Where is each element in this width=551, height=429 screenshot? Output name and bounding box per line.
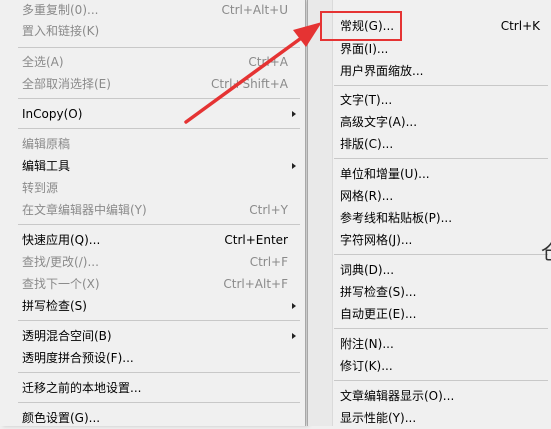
- menu-item-label: 颜色设置(G)...: [22, 411, 101, 425]
- menu-separator: [334, 254, 548, 255]
- menu-item-label: 多重复制(0)...: [22, 3, 99, 17]
- menu-separator: [18, 402, 300, 403]
- submenu-item-autocorrect[interactable]: 自动更正(E)...: [340, 303, 540, 325]
- menu-item-label: 显示性能(Y)...: [340, 411, 417, 425]
- menu-item-shortcut: Ctrl+Y: [249, 203, 288, 217]
- menu-item-label: 编辑工具: [22, 159, 71, 173]
- menu-item-label: 字符网格(J)...: [340, 233, 413, 247]
- submenu-item-grids[interactable]: 网格(R)...: [340, 185, 540, 207]
- menu-item-shortcut: Ctrl+K: [500, 19, 540, 33]
- menu-separator: [334, 380, 548, 381]
- background-edge-glyph: 仓: [541, 236, 551, 265]
- menu-separator: [18, 224, 300, 225]
- menu-item-label: 拼写检查(S): [22, 299, 87, 313]
- menu-item-shortcut: Ctrl+Alt+U: [221, 3, 289, 17]
- menu-item-duplicate-multiple[interactable]: 多重复制(0)... Ctrl+Alt+U: [22, 0, 298, 21]
- menu-item-label: 迁移之前的本地设置...: [22, 381, 142, 395]
- menu-separator: [334, 328, 548, 329]
- submenu-item-spelling[interactable]: 拼写检查(S)...: [340, 281, 540, 303]
- submenu-item-ui-scaling[interactable]: 用户界面缩放...: [340, 60, 540, 82]
- menu-item-shortcut: Ctrl+Alt+F: [223, 277, 288, 291]
- menu-item-shortcut: Ctrl+A: [248, 55, 288, 69]
- menu-item-label: 在文章编辑器中编辑(Y): [22, 203, 147, 217]
- menu-item-label: 置入和链接(K): [22, 24, 100, 38]
- menu-item-label: 文章编辑器显示(O)...: [340, 389, 455, 403]
- menu-item-label: 附注(N)...: [340, 337, 394, 351]
- menu-separator: [18, 128, 300, 129]
- submenu-item-track-changes[interactable]: 修订(K)...: [340, 355, 540, 377]
- submenu-item-notes[interactable]: 附注(N)...: [340, 333, 540, 355]
- menu-item-label: 全选(A): [22, 55, 64, 69]
- submenu-item-frame-grid[interactable]: 字符网格(J)...: [340, 229, 540, 251]
- menu-item-quick-apply[interactable]: 快速应用(Q)... Ctrl+Enter: [22, 229, 298, 251]
- menu-separator: [18, 320, 300, 321]
- submenu-item-guides-pasteboard[interactable]: 参考线和粘贴板(P)...: [340, 207, 540, 229]
- menu-item-label: 透明混合空间(B): [22, 329, 112, 343]
- submenu-arrow-icon: [292, 111, 296, 117]
- menu-item-label: 查找下一个(X): [22, 277, 100, 291]
- menu-item-place-and-link[interactable]: 置入和链接(K): [22, 20, 298, 42]
- menu-item-label: 界面(I)...: [340, 42, 389, 56]
- menu-item-label: 快速应用(Q)...: [22, 233, 101, 247]
- menu-item-label: 高级文字(A)...: [340, 115, 418, 129]
- submenu-arrow-icon: [292, 333, 296, 339]
- edit-menu: 多重复制(0)... Ctrl+Alt+U 置入和链接(K) 全选(A) Ctr…: [0, 0, 306, 426]
- menu-item-label: 全部取消选择(E): [22, 77, 111, 91]
- menu-item-select-all[interactable]: 全选(A) Ctrl+A: [22, 51, 298, 73]
- menu-item-label: 网格(R)...: [340, 189, 394, 203]
- menu-item-edit-original[interactable]: 编辑原稿: [22, 133, 298, 155]
- submenu-item-story-editor-display[interactable]: 文章编辑器显示(O)...: [340, 385, 540, 407]
- menu-item-label: 自动更正(E)...: [340, 307, 417, 321]
- menu-item-transparency-blend-space[interactable]: 透明混合空间(B): [22, 325, 298, 347]
- submenu-item-dictionary[interactable]: 词典(D)...: [340, 259, 540, 281]
- menu-item-label: 查找/更改(/)...: [22, 255, 99, 269]
- menu-item-label: 编辑原稿: [22, 137, 71, 151]
- menu-item-shortcut: Ctrl+F: [249, 255, 288, 269]
- menu-item-transparency-flattener-presets[interactable]: 透明度拼合预设(F)...: [22, 347, 298, 369]
- menu-item-incopy[interactable]: InCopy(O): [22, 103, 298, 125]
- preferences-submenu: 常规(G)... Ctrl+K 界面(I)... 用户界面缩放... 文字(T)…: [307, 0, 551, 426]
- submenu-arrow-icon: [292, 303, 296, 309]
- menu-item-find-change[interactable]: 查找/更改(/)... Ctrl+F: [22, 251, 298, 273]
- menu-item-migrate-local-settings[interactable]: 迁移之前的本地设置...: [22, 377, 298, 399]
- menu-item-find-next[interactable]: 查找下一个(X) Ctrl+Alt+F: [22, 273, 298, 295]
- menu-item-shortcut: Ctrl+Shift+A: [211, 77, 288, 91]
- menu-separator: [18, 47, 300, 48]
- menu-item-edit-with[interactable]: 编辑工具: [22, 155, 298, 177]
- menu-item-label: 透明度拼合预设(F)...: [22, 351, 134, 365]
- menu-item-label: 转到源: [22, 181, 59, 195]
- menu-item-label: 单位和增量(U)...: [340, 167, 430, 181]
- menu-item-shortcut: Ctrl+Enter: [224, 233, 288, 247]
- menu-item-label: 拼写检查(S)...: [340, 285, 417, 299]
- menu-item-label: InCopy(O): [22, 107, 83, 121]
- menu-item-spelling[interactable]: 拼写检查(S): [22, 295, 298, 317]
- menu-item-label: 排版(C)...: [340, 137, 394, 151]
- menu-item-label: 词典(D)...: [340, 263, 395, 277]
- submenu-arrow-icon: [292, 163, 296, 169]
- menu-gutter: [0, 0, 20, 426]
- menu-separator: [334, 158, 548, 159]
- submenu-item-type[interactable]: 文字(T)...: [340, 89, 540, 111]
- menu-item-go-to-source[interactable]: 转到源: [22, 177, 298, 199]
- menu-item-deselect-all[interactable]: 全部取消选择(E) Ctrl+Shift+A: [22, 73, 298, 95]
- menu-item-label: 文字(T)...: [340, 93, 393, 107]
- menu-item-label: 参考线和粘贴板(P)...: [340, 211, 453, 225]
- menu-item-label: 修订(K)...: [340, 359, 393, 373]
- submenu-item-units-increments[interactable]: 单位和增量(U)...: [340, 163, 540, 185]
- submenu-item-composition[interactable]: 排版(C)...: [340, 133, 540, 155]
- annotation-highlight-box: [320, 11, 402, 41]
- menu-separator: [18, 98, 300, 99]
- submenu-item-advanced-type[interactable]: 高级文字(A)...: [340, 111, 540, 133]
- submenu-item-interface[interactable]: 界面(I)...: [340, 38, 540, 60]
- menu-item-label: 用户界面缩放...: [340, 64, 424, 78]
- menu-separator: [18, 372, 300, 373]
- menu-separator: [334, 85, 548, 86]
- menu-item-edit-in-story-editor[interactable]: 在文章编辑器中编辑(Y) Ctrl+Y: [22, 199, 298, 221]
